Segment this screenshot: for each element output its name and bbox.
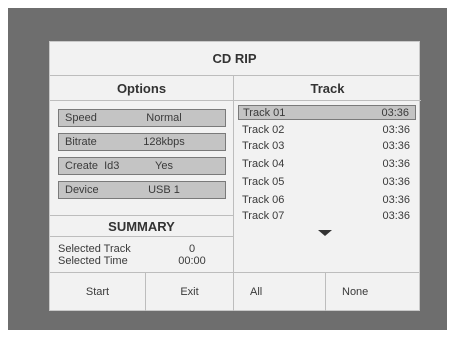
track-name: Track 03 bbox=[242, 140, 285, 152]
summary-selected-track: Selected Track 0 bbox=[58, 243, 226, 255]
summary-value: 0 bbox=[188, 243, 196, 255]
summary-label: Selected Track bbox=[58, 243, 131, 255]
dialog-title: CD RIP bbox=[50, 42, 419, 76]
track-duration: 03:36 bbox=[382, 124, 410, 136]
summary-header: SUMMARY bbox=[50, 215, 233, 237]
select-all-button[interactable]: All bbox=[234, 273, 326, 311]
track-list: Track 01 03:36 Track 02 03:36 Track 03 0… bbox=[234, 101, 421, 272]
cd-rip-dialog: CD RIP Options Track Speed Normal Bitrat… bbox=[49, 41, 421, 311]
options-panel: Speed Normal Bitrate 128kbps Create Id3 … bbox=[50, 101, 234, 272]
track-name: Track 02 bbox=[242, 124, 285, 136]
track-row[interactable]: Track 07 03:36 bbox=[238, 209, 416, 224]
screen-background: CD RIP Options Track Speed Normal Bitrat… bbox=[8, 8, 447, 330]
track-row[interactable]: Track 04 03:36 bbox=[238, 157, 416, 172]
option-device[interactable]: Device USB 1 bbox=[58, 181, 226, 199]
option-value: Normal bbox=[146, 112, 182, 124]
option-speed[interactable]: Speed Normal bbox=[58, 109, 226, 127]
track-duration: 03:36 bbox=[382, 176, 410, 188]
track-header: Track bbox=[234, 76, 421, 101]
track-duration: 03:36 bbox=[382, 194, 410, 206]
track-duration: 03:36 bbox=[382, 158, 410, 170]
bottom-button-bar: Start Exit All None bbox=[50, 272, 419, 311]
track-row[interactable]: Track 06 03:36 bbox=[238, 193, 416, 208]
option-value: Yes bbox=[155, 160, 173, 172]
option-value: 128kbps bbox=[143, 136, 185, 148]
track-name: Track 07 bbox=[242, 210, 285, 222]
track-row[interactable]: Track 01 03:36 bbox=[238, 105, 416, 120]
summary-label: Selected Time bbox=[58, 255, 128, 267]
exit-button[interactable]: Exit bbox=[146, 273, 234, 311]
track-row[interactable]: Track 03 03:36 bbox=[238, 139, 416, 154]
track-duration: 03:36 bbox=[381, 107, 409, 119]
track-row[interactable]: Track 02 03:36 bbox=[238, 123, 416, 138]
track-name: Track 05 bbox=[242, 176, 285, 188]
track-duration: 03:36 bbox=[382, 210, 410, 222]
option-create-id3[interactable]: Create Id3 Yes bbox=[58, 157, 226, 175]
option-bitrate[interactable]: Bitrate 128kbps bbox=[58, 133, 226, 151]
start-button[interactable]: Start bbox=[50, 273, 146, 311]
track-name: Track 06 bbox=[242, 194, 285, 206]
select-none-button[interactable]: None bbox=[326, 273, 421, 311]
track-row[interactable]: Track 05 03:36 bbox=[238, 175, 416, 190]
summary-selected-time: Selected Time 00:00 bbox=[58, 255, 226, 267]
options-header: Options bbox=[50, 76, 234, 101]
track-duration: 03:36 bbox=[382, 140, 410, 152]
track-name: Track 04 bbox=[242, 158, 285, 170]
triangle-down-icon[interactable] bbox=[318, 230, 332, 236]
summary-value: 00:00 bbox=[178, 255, 206, 267]
option-value: USB 1 bbox=[148, 184, 180, 196]
track-name: Track 01 bbox=[243, 107, 286, 119]
